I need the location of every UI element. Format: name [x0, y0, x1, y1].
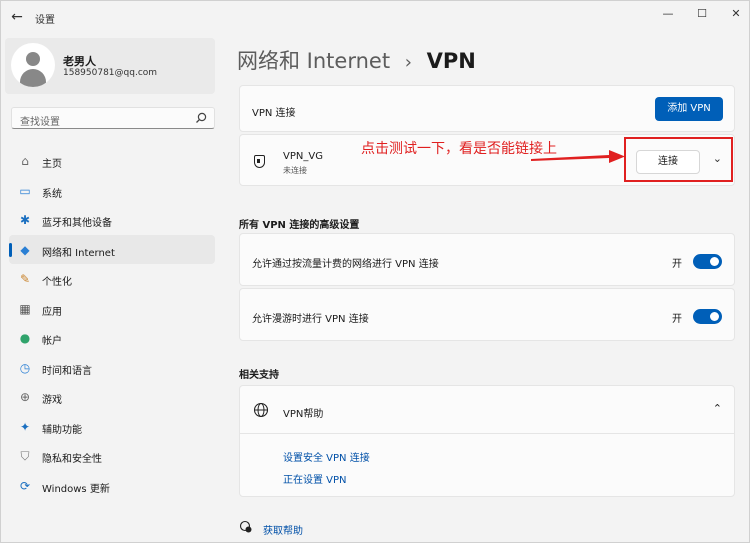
avatar — [11, 43, 55, 87]
brush-icon: ✎ — [19, 272, 31, 286]
breadcrumb: 网络和 Internet › VPN — [237, 45, 476, 75]
sidebar-item-3[interactable]: ◆ 网络和 Internet — [9, 234, 215, 264]
sidebar-item-1[interactable]: ▭ 系统 — [9, 176, 215, 206]
sidebar-item-label: 应用 — [42, 306, 62, 318]
back-arrow-icon[interactable]: ← — [7, 7, 27, 27]
user-profile[interactable]: 老男人 158950781@qq.com — [5, 38, 215, 94]
close-icon[interactable]: ✕ — [721, 5, 750, 23]
metered-network-state: 开 — [672, 259, 682, 270]
sidebar-item-label: Windows 更新 — [42, 483, 110, 495]
system-icon: ▭ — [19, 183, 31, 198]
sidebar-item-4[interactable]: ✎ 个性化 — [9, 264, 215, 294]
annotation-arrow-icon — [531, 150, 625, 163]
sidebar-item-label: 蓝牙和其他设备 — [42, 218, 112, 229]
sidebar-item-label: 游戏 — [42, 395, 62, 406]
sidebar-item-label: 隐私和安全性 — [42, 454, 102, 465]
page-title: VPN — [426, 49, 476, 73]
sidebar-item-11[interactable]: ⟳ Windows 更新 — [9, 471, 215, 501]
sidebar-item-7[interactable]: ◷ 时间和语言 — [9, 353, 215, 383]
maximize-icon[interactable]: ☐ — [687, 5, 717, 23]
roaming-option: 允许漫游时进行 VPN 连接 开 — [239, 288, 735, 341]
sidebar-nav: ⌂ 主页 ▭ 系统 ✱ 蓝牙和其他设备 ◆ 网络和 Internet ✎ 个性化 ▦ 应用 ● 帐户 ◷ 时间… — [9, 146, 215, 500]
metered-network-option: 允许通过按流量计费的网络进行 VPN 连接 开 — [239, 233, 735, 286]
sidebar-item-2[interactable]: ✱ 蓝牙和其他设备 — [9, 205, 215, 235]
minimize-icon[interactable]: — — [653, 5, 683, 23]
get-help-link[interactable]: 获取帮助 — [263, 522, 303, 537]
bluetooth-icon: ✱ — [19, 213, 31, 227]
title-bar: ← 设置 — ☐ ✕ — [1, 1, 750, 33]
vpn-help-card: VPN帮助 ⌃ 设置安全 VPN 连接 正在设置 VPN — [239, 385, 735, 497]
breadcrumb-separator-icon: › — [404, 52, 412, 73]
search-placeholder: 查找设置 — [20, 117, 60, 128]
sidebar-item-label: 帐户 — [42, 336, 62, 347]
chevron-up-icon[interactable]: ⌃ — [713, 402, 722, 415]
privacy-shield-icon: ⛉ — [20, 449, 30, 463]
search-icon — [196, 112, 207, 123]
sidebar-item-10[interactable]: ⛉ 隐私和安全性 — [9, 441, 215, 471]
globe-icon — [253, 402, 269, 418]
vpn-help-header[interactable]: VPN帮助 ⌃ — [240, 386, 734, 434]
annotation-text: 点击测试一下，看是否能链接上 — [361, 141, 557, 157]
window-title: 设置 — [35, 15, 55, 26]
advanced-settings-title: 所有 VPN 连接的高级设置 — [239, 220, 360, 231]
help-chat-icon — [239, 520, 252, 533]
wifi-icon: ◆ — [20, 242, 30, 257]
sidebar-item-label: 辅助功能 — [42, 424, 82, 436]
game-icon: ⊕ — [19, 390, 31, 404]
help-link-setting-up-vpn[interactable]: 正在设置 VPN — [283, 471, 347, 486]
annotation-highlight-box — [624, 137, 733, 182]
sidebar-item-8[interactable]: ⊕ 游戏 — [9, 382, 215, 412]
apps-icon: ▦ — [19, 301, 31, 316]
add-vpn-button[interactable]: 添加 VPN — [655, 97, 723, 121]
sidebar-item-6[interactable]: ● 帐户 — [9, 323, 215, 353]
help-link-secure-vpn[interactable]: 设置安全 VPN 连接 — [283, 449, 370, 464]
breadcrumb-parent[interactable]: 网络和 Internet — [237, 49, 390, 73]
home-icon: ⌂ — [21, 154, 29, 168]
metered-network-toggle[interactable] — [693, 254, 722, 269]
roaming-label: 允许漫游时进行 VPN 连接 — [252, 314, 369, 325]
search-input[interactable]: 查找设置 — [11, 107, 215, 129]
sidebar-item-label: 时间和语言 — [42, 365, 92, 377]
account-icon: ● — [19, 331, 31, 345]
related-support-title: 相关支持 — [239, 370, 279, 381]
sidebar-item-9[interactable]: ✦ 辅助功能 — [9, 412, 215, 442]
vpn-help-title: VPN帮助 — [283, 409, 324, 420]
roaming-toggle[interactable] — [693, 309, 722, 324]
sidebar-item-label: 系统 — [42, 188, 62, 200]
vpn-connections-card: VPN 连接 添加 VPN — [239, 85, 735, 132]
vpn-name: VPN_VG — [283, 151, 323, 162]
time-language-icon: ◷ — [19, 360, 31, 375]
sidebar-item-label: 个性化 — [42, 277, 72, 288]
roaming-state: 开 — [672, 314, 682, 325]
sidebar-item-0[interactable]: ⌂ 主页 — [9, 146, 215, 176]
metered-network-label: 允许通过按流量计费的网络进行 VPN 连接 — [252, 259, 439, 270]
sidebar-item-label: 主页 — [42, 159, 62, 170]
accessibility-icon: ✦ — [19, 419, 31, 434]
user-name: 老男人 — [63, 55, 96, 68]
sidebar-item-label: 网络和 Internet — [42, 247, 115, 259]
windows-update-icon: ⟳ — [19, 478, 31, 493]
vpn-connections-label: VPN 连接 — [252, 108, 296, 119]
user-email: 158950781@qq.com — [63, 68, 158, 78]
vpn-shield-icon — [254, 155, 265, 168]
sidebar-item-5[interactable]: ▦ 应用 — [9, 294, 215, 324]
vpn-status: 未连接 — [283, 166, 307, 175]
